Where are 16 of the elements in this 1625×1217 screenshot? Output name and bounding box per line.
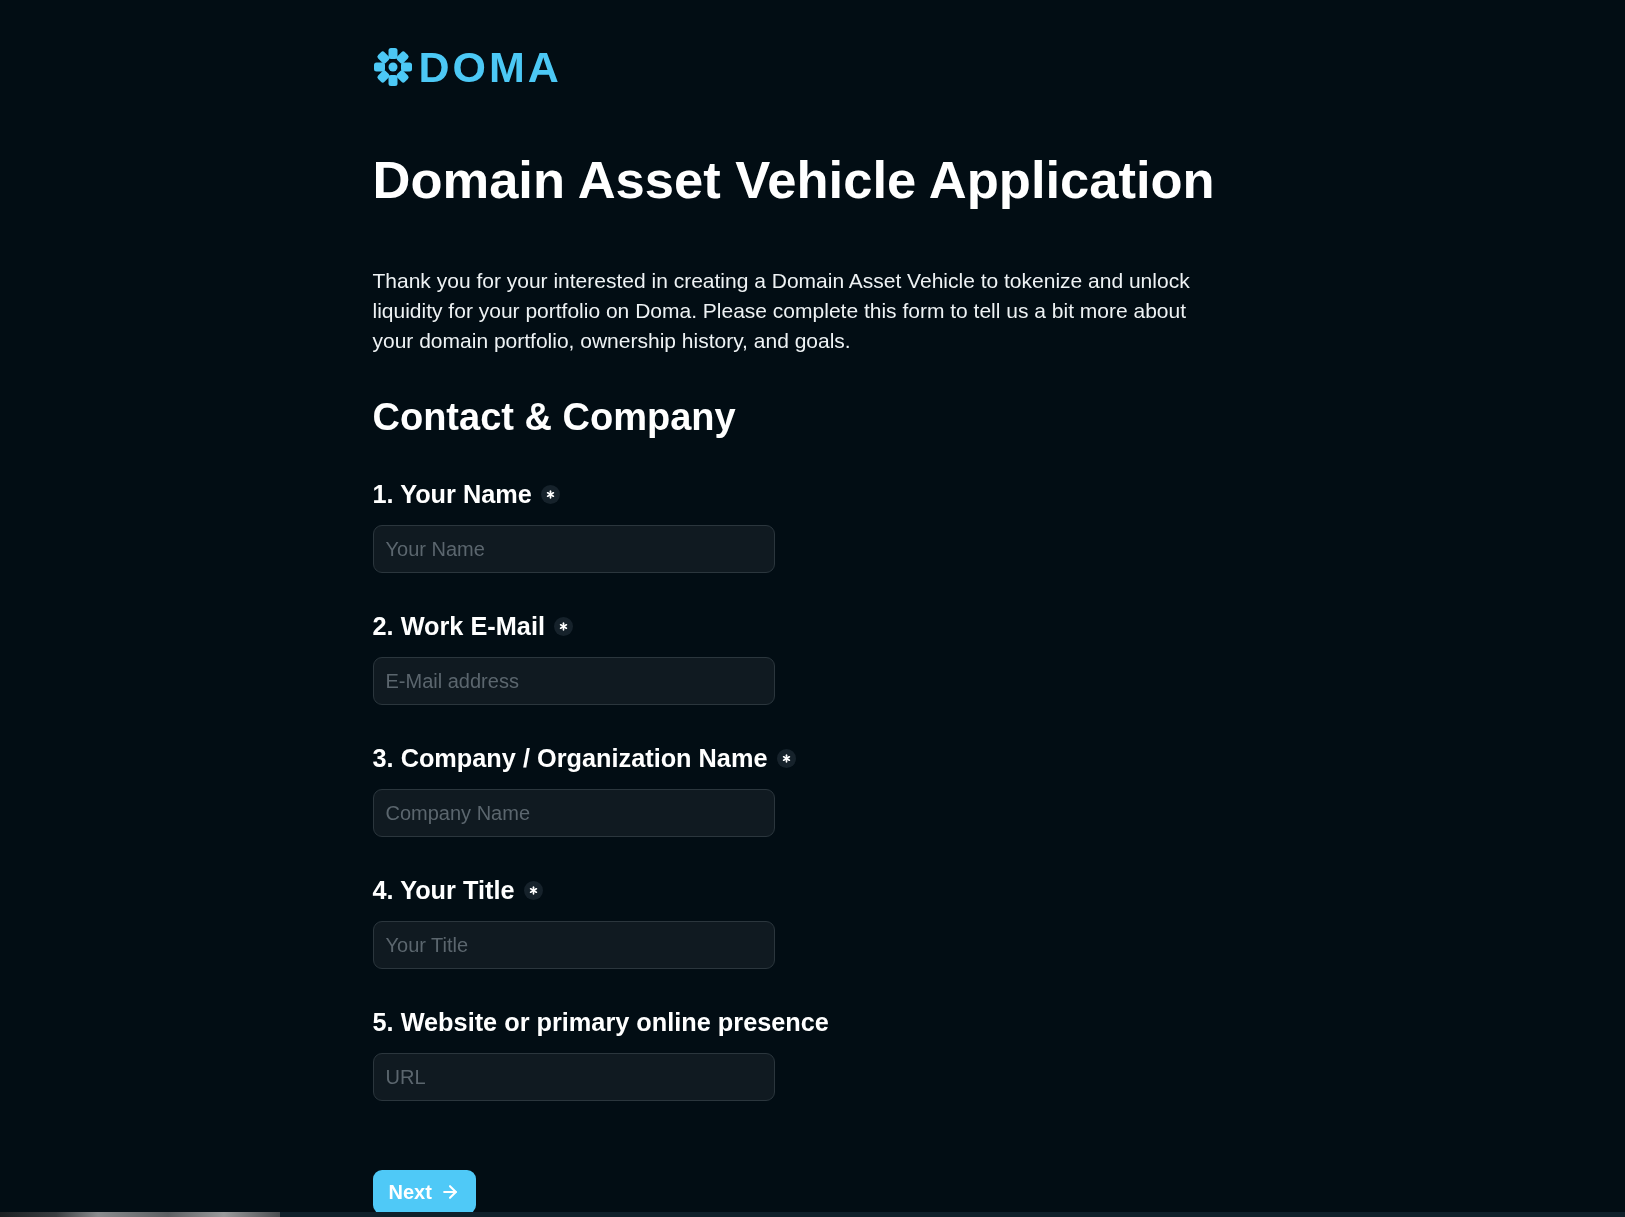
section-title: Contact & Company [372, 395, 736, 440]
input-field[interactable]: URL [372, 1053, 775, 1101]
field-label: 5. Website or primary online presence [372, 1007, 829, 1037]
input-field[interactable]: Company Name [372, 789, 775, 837]
logo-flower-icon [372, 47, 413, 87]
field-label: 4. Your Title [372, 875, 515, 905]
next-button[interactable]: Next [372, 1170, 476, 1214]
field-label: 1. Your Name [372, 479, 532, 509]
field-label: 2. Work E-Mail [372, 611, 545, 641]
input-field[interactable]: E-Mail address [372, 657, 775, 705]
logo-text: DOMA [418, 46, 562, 88]
input-field[interactable]: Your Name [372, 525, 775, 573]
input-field[interactable]: Your Title [372, 921, 775, 969]
page-title: Domain Asset Vehicle Application [372, 149, 1215, 211]
field-label: 3. Company / Organization Name [372, 743, 768, 773]
intro-paragraph: Thank you for your interested in creating a Domain Asset Vehicle to tokenize and unlock liquidity for your portfolio on Doma. Please complete this form to tell us a bit more about your domain portfolio, ownership history, and goals. [372, 268, 1191, 354]
